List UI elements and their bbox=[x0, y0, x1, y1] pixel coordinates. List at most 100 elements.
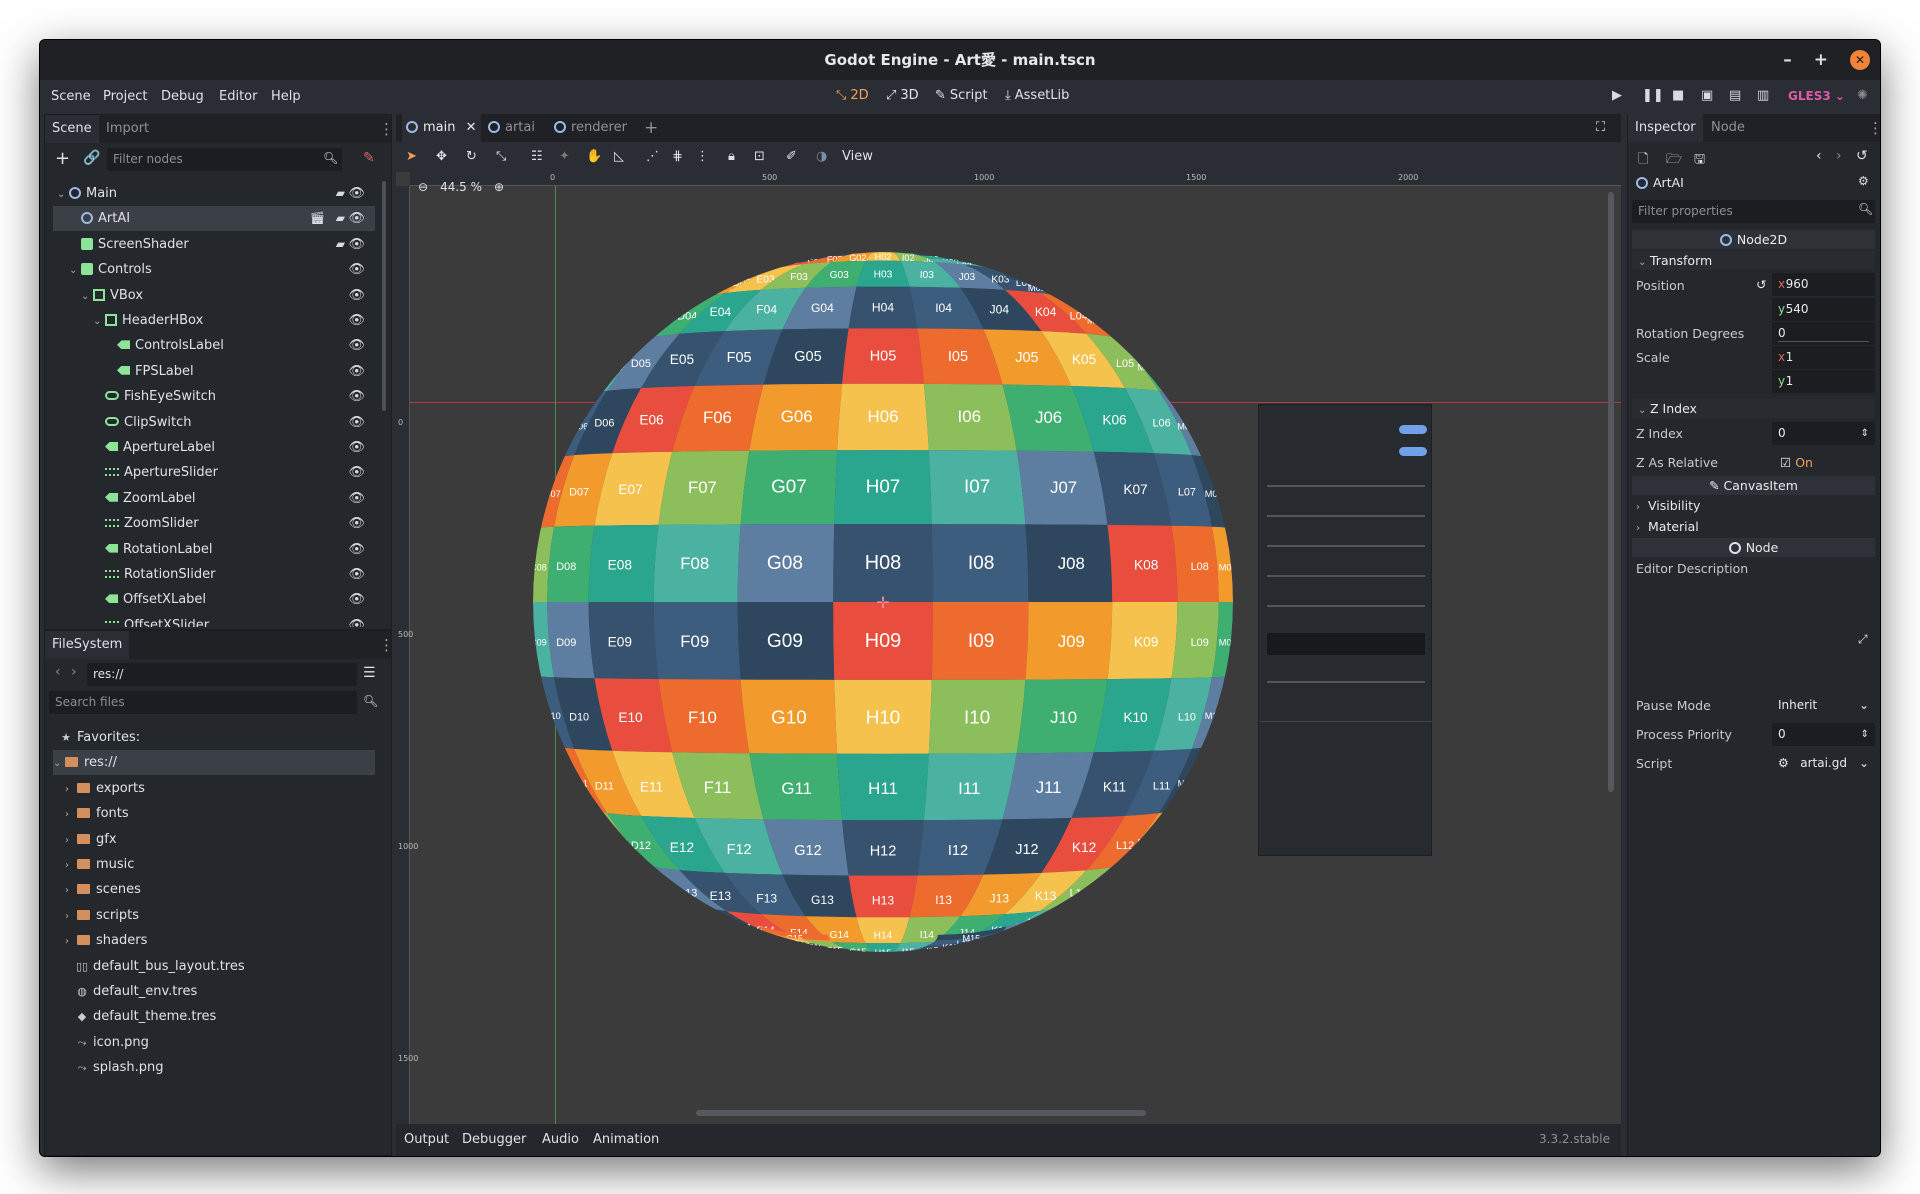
workspace-assetlib-button[interactable]: ⤓ AssetLib bbox=[1005, 88, 1069, 103]
maximize-button[interactable]: + bbox=[1814, 40, 1828, 80]
visibility-eye-icon[interactable]: 👁︎ bbox=[348, 460, 365, 485]
group-icon[interactable]: ⊡ bbox=[754, 149, 765, 164]
scene-tree-item[interactable]: ⌄ VBox 👁︎ bbox=[53, 283, 375, 308]
section-zindex[interactable]: ⌄ Z Index bbox=[1632, 399, 1875, 418]
pause-icon[interactable]: ❚❚ bbox=[1642, 88, 1664, 103]
fs-root-item[interactable]: ⌄ res:// bbox=[53, 750, 375, 776]
play-icon[interactable]: ▶ bbox=[1612, 88, 1622, 103]
instance-link-icon[interactable]: 🔗 bbox=[83, 150, 100, 166]
chevron-down-icon[interactable]: ⌄ bbox=[69, 258, 81, 283]
menu-editor[interactable]: Editor bbox=[219, 89, 257, 104]
scene-dock-menu-icon[interactable]: ⋮ bbox=[379, 120, 394, 138]
scene-tree-item[interactable]: ⌄ Controls 👁︎ bbox=[53, 257, 375, 282]
chevron-right-icon[interactable]: › bbox=[65, 904, 77, 929]
visibility-eye-icon[interactable]: 👁︎ bbox=[348, 181, 365, 206]
script-attached-icon[interactable]: ▰ bbox=[336, 232, 345, 257]
move-tool-icon[interactable]: ✥ bbox=[436, 149, 447, 164]
fs-file-item[interactable]: ▯▯ default_bus_layout.tres bbox=[75, 954, 245, 979]
chevron-right-icon[interactable]: › bbox=[65, 878, 77, 903]
tab-audio[interactable]: Audio bbox=[542, 1132, 579, 1147]
scene-tree-item[interactable]: ControlsLabel 👁︎ bbox=[53, 333, 375, 358]
position-x-field[interactable]: x 960 bbox=[1772, 273, 1875, 296]
visibility-eye-icon[interactable]: 👁︎ bbox=[348, 410, 365, 435]
menu-debug[interactable]: Debug bbox=[161, 89, 204, 104]
chevron-down-icon[interactable]: ⌄ bbox=[81, 284, 93, 309]
menu-scene[interactable]: Scene bbox=[51, 89, 91, 104]
load-resource-icon[interactable]: 🗁︎ bbox=[1666, 150, 1682, 172]
history-icon[interactable]: ↺ bbox=[1856, 148, 1868, 164]
visibility-eye-icon[interactable]: 👁︎ bbox=[348, 613, 365, 627]
visibility-eye-icon[interactable]: 👁︎ bbox=[348, 587, 365, 612]
workspace-3d-button[interactable]: ⤢ 3D bbox=[886, 88, 919, 103]
visibility-eye-icon[interactable]: 👁︎ bbox=[348, 384, 365, 409]
visibility-eye-icon[interactable]: 👁︎ bbox=[348, 333, 365, 358]
stop-icon[interactable]: ■ bbox=[1672, 88, 1684, 103]
chevron-down-icon[interactable]: ⌄ bbox=[93, 309, 105, 334]
visibility-eye-icon[interactable]: 👁︎ bbox=[348, 435, 365, 460]
tab-filesystem[interactable]: FileSystem bbox=[45, 631, 130, 659]
scene-tree-item[interactable]: ZoomSlider 👁︎ bbox=[53, 511, 375, 536]
chevron-down-icon[interactable]: ⌄ bbox=[53, 751, 65, 776]
visibility-eye-icon[interactable]: 👁︎ bbox=[348, 206, 365, 231]
view-menu[interactable]: View bbox=[842, 149, 873, 164]
add-scene-tab-icon[interactable]: + bbox=[644, 114, 658, 142]
grid-snap-icon[interactable]: ⋕ bbox=[672, 149, 683, 164]
scene-tree-item[interactable]: ScreenShader ▰ 👁︎ bbox=[53, 232, 375, 257]
visibility-eye-icon[interactable]: 👁︎ bbox=[348, 537, 365, 562]
ruler-tool-icon[interactable]: ◺ bbox=[614, 149, 624, 164]
fs-folder-item[interactable]: › shaders bbox=[65, 928, 147, 953]
scene-tree-item[interactable]: OffsetXSlider 👁︎ bbox=[53, 613, 375, 627]
pan-tool-icon[interactable]: ✋ bbox=[586, 149, 602, 164]
path-field[interactable]: res:// bbox=[87, 663, 357, 686]
scene-tree-item[interactable]: FPSLabel 👁︎ bbox=[53, 359, 375, 384]
history-forward-icon[interactable]: › bbox=[1836, 148, 1842, 164]
favorites-item[interactable]: ★ Favorites: bbox=[59, 725, 140, 750]
pause-mode-select[interactable]: Inherit ⌄ bbox=[1772, 694, 1875, 717]
inspected-object[interactable]: ArtAI bbox=[1636, 175, 1684, 190]
scale-y-field[interactable]: y 1 bbox=[1772, 370, 1875, 393]
visibility-eye-icon[interactable]: 👁︎ bbox=[348, 562, 365, 587]
viewport-vscrollbar[interactable] bbox=[1608, 192, 1614, 792]
fs-file-item[interactable]: ◍ default_env.tres bbox=[75, 979, 197, 1004]
chevron-right-icon[interactable]: › bbox=[65, 802, 77, 827]
renderer-select[interactable]: GLES3 ⌄ bbox=[1788, 89, 1845, 103]
visibility-eye-icon[interactable]: 👁︎ bbox=[348, 486, 365, 511]
distraction-free-icon[interactable]: ⛶ bbox=[1596, 114, 1605, 142]
tab-main[interactable]: main ✕ bbox=[402, 114, 481, 142]
section-visibility[interactable]: › Visibility bbox=[1636, 498, 1700, 513]
script-attached-icon[interactable]: ▰ bbox=[336, 181, 345, 206]
list-select-icon[interactable]: ☷ bbox=[531, 149, 543, 164]
menu-help[interactable]: Help bbox=[271, 89, 301, 104]
attach-script-icon[interactable]: ✎ bbox=[363, 150, 375, 166]
fs-folder-item[interactable]: › exports bbox=[65, 776, 145, 801]
revert-icon[interactable]: ↺ bbox=[1756, 277, 1766, 292]
scale-tool-icon[interactable]: ⤡ bbox=[496, 149, 506, 164]
chevron-down-icon[interactable]: ⌄ bbox=[57, 182, 69, 207]
history-back-icon[interactable]: ‹ bbox=[1816, 148, 1822, 164]
visibility-eye-icon[interactable]: 👁︎ bbox=[348, 511, 365, 536]
script-resource-picker[interactable]: ⚙ artai.gd ⌄ bbox=[1772, 752, 1875, 775]
pivot-icon[interactable]: ✦ bbox=[559, 149, 570, 164]
object-properties-icon[interactable]: ⚙ bbox=[1858, 174, 1869, 188]
section-transform[interactable]: ⌄ Transform bbox=[1632, 251, 1875, 270]
fs-folder-item[interactable]: › fonts bbox=[65, 801, 129, 826]
scene-tree-scrollbar[interactable] bbox=[382, 181, 386, 411]
visibility-eye-icon[interactable]: 👁︎ bbox=[348, 359, 365, 384]
scene-tree-item[interactable]: ZoomLabel 👁︎ bbox=[53, 486, 375, 511]
bone-icon[interactable]: ✐ bbox=[786, 149, 797, 164]
tab-renderer[interactable]: renderer bbox=[554, 114, 627, 142]
fs-folder-item[interactable]: › scripts bbox=[65, 903, 139, 928]
zindex-spinbox[interactable]: 0 ⇕ bbox=[1772, 422, 1875, 445]
workspace-script-button[interactable]: ✎ Script bbox=[935, 88, 988, 103]
fs-folder-item[interactable]: › music bbox=[65, 852, 134, 877]
select-tool-icon[interactable]: ➤ bbox=[406, 149, 417, 164]
spin-arrows-icon[interactable]: ⇕ bbox=[1861, 723, 1869, 746]
split-view-icon[interactable]: ☰ bbox=[363, 665, 376, 681]
zrel-checkbox[interactable]: ☑ On bbox=[1780, 455, 1813, 470]
tab-inspector[interactable]: Inspector bbox=[1628, 114, 1703, 142]
add-node-icon[interactable]: + bbox=[55, 148, 70, 169]
tab-node[interactable]: Node bbox=[1704, 114, 1752, 142]
smart-snap-icon[interactable]: ⋰ bbox=[646, 149, 659, 164]
play-custom-scene-icon[interactable]: ▤ bbox=[1729, 88, 1741, 103]
scene-tree-item[interactable]: ClipSwitch 👁︎ bbox=[53, 410, 375, 435]
